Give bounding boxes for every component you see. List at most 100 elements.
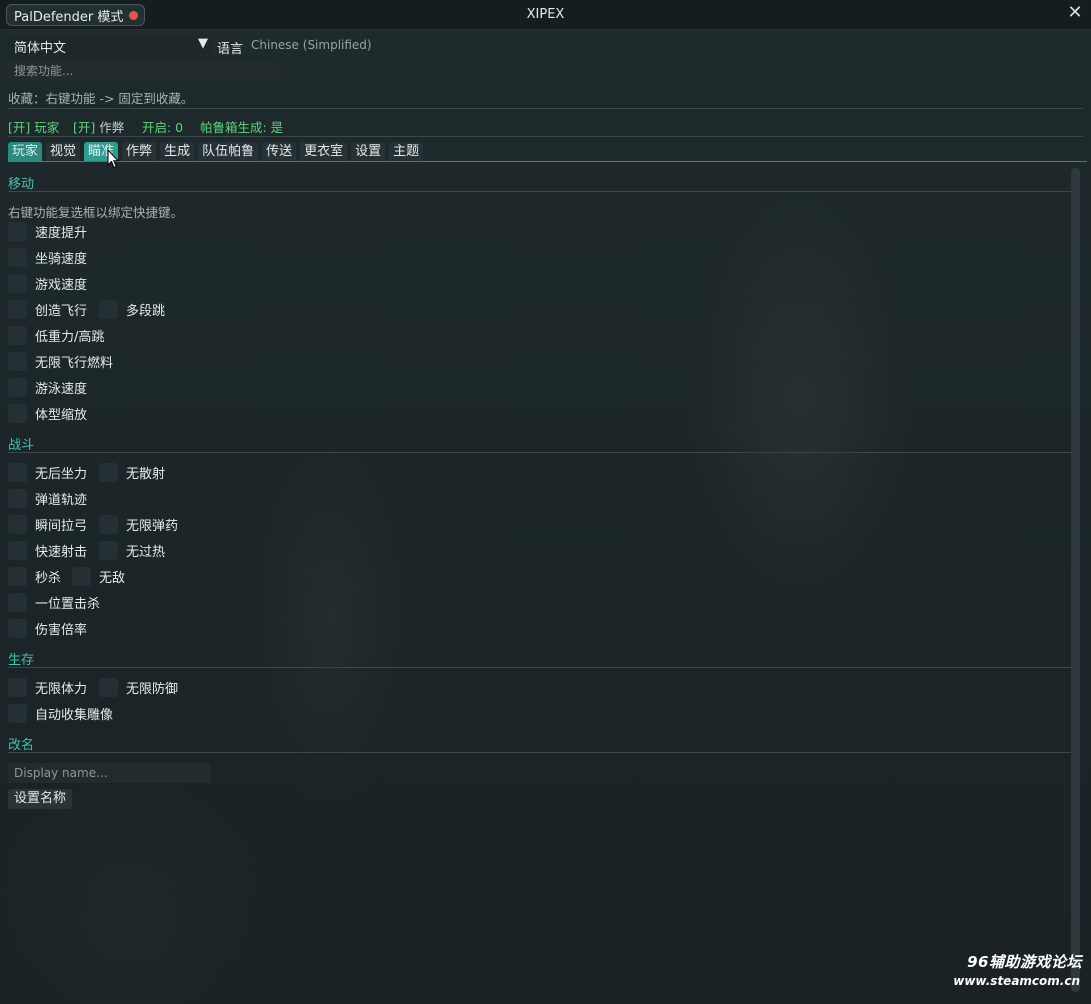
checkbox-label: 快速射击	[35, 544, 88, 560]
checkbox-label: 坐骑速度	[35, 251, 88, 267]
checkbox-god-mode[interactable]: 无敌	[72, 566, 125, 586]
favorites-hint: 收藏：右键功能 -> 固定到收藏。	[8, 91, 194, 106]
checkbox-box[interactable]	[8, 299, 27, 319]
language-select[interactable]: 简体中文 ▼	[8, 35, 212, 56]
display-name-input[interactable]	[8, 763, 211, 783]
checkbox-label: 无限飞行燃料	[35, 355, 114, 371]
section-title-combat: 战斗	[8, 438, 35, 453]
checkbox-box[interactable]	[8, 273, 27, 293]
checkbox-label: 无过热	[126, 544, 166, 560]
checkbox-label: 游戏速度	[35, 277, 88, 293]
status-player: [开] 玩家	[8, 117, 59, 136]
checkbox-one-hit-kill[interactable]: 秒杀	[8, 566, 61, 586]
checkbox-box[interactable]	[99, 540, 118, 560]
checkbox-game-speed[interactable]: 游戏速度	[8, 273, 87, 293]
checkbox-body-scale[interactable]: 体型缩放	[8, 403, 87, 423]
checkbox-box[interactable]	[8, 351, 27, 371]
checkbox-label: 游泳速度	[35, 381, 88, 397]
checkbox-box[interactable]	[8, 403, 27, 423]
status-palbox-spawn: 帕鲁箱生成: 是	[200, 117, 283, 136]
tab-visual[interactable]: 视觉	[46, 142, 81, 161]
divider	[8, 191, 1071, 192]
status-cheat-text: 作弊	[99, 120, 125, 135]
checkbox-infinite-stamina[interactable]: 无限体力	[8, 677, 87, 697]
checkbox-box[interactable]	[8, 540, 27, 560]
checkbox-auto-collect-statues[interactable]: 自动收集雕像	[8, 703, 113, 723]
checkbox-speed-boost[interactable]: 速度提升	[8, 221, 87, 241]
window-title: XIPEX	[526, 7, 565, 22]
tab-wardrobe[interactable]: 更衣室	[300, 142, 348, 161]
checkbox-label: 创造飞行	[35, 303, 88, 319]
checkbox-box[interactable]	[8, 592, 27, 612]
tab-cheat[interactable]: 作弊	[122, 142, 157, 161]
status-enabled-text: 开启: 0	[142, 120, 184, 135]
status-player-text: [开] 玩家	[8, 120, 60, 135]
checkbox-no-recoil[interactable]: 无后坐力	[8, 462, 87, 482]
checkbox-label: 弹道轨迹	[35, 492, 88, 508]
checkbox-box[interactable]	[8, 221, 27, 241]
checkbox-label: 无散射	[126, 466, 166, 482]
checkbox-damage-multiplier[interactable]: 伤害倍率	[8, 618, 87, 638]
checkbox-bullet-trajectory[interactable]: 弹道轨迹	[8, 488, 87, 508]
checkbox-box[interactable]	[8, 247, 27, 267]
language-label: 语言	[217, 42, 244, 57]
checkbox-no-overheat[interactable]: 无过热	[99, 540, 165, 560]
checkbox-infinite-ammo[interactable]: 无限弹药	[99, 514, 178, 534]
search-input[interactable]	[8, 61, 279, 81]
checkbox-swim-speed[interactable]: 游泳速度	[8, 377, 87, 397]
checkbox-box[interactable]	[99, 514, 118, 534]
scrollbar-thumb[interactable]	[1071, 168, 1080, 992]
checkbox-box[interactable]	[99, 677, 118, 697]
checkbox-mount-speed[interactable]: 坐骑速度	[8, 247, 87, 267]
section-title-rename: 改名	[8, 738, 35, 753]
close-icon[interactable]: ✕	[1065, 4, 1085, 24]
language-current-name: Chinese (Simplified)	[251, 38, 372, 52]
checkbox-label: 瞬间拉弓	[35, 518, 88, 534]
checkbox-box[interactable]	[8, 703, 27, 723]
checkbox-label: 自动收集雕像	[35, 707, 114, 723]
checkbox-box[interactable]	[8, 325, 27, 345]
checkbox-creative-fly[interactable]: 创造飞行	[8, 299, 87, 319]
tab-theme[interactable]: 主题	[389, 142, 424, 161]
divider	[8, 136, 1083, 137]
checkbox-label: 多段跳	[126, 303, 166, 319]
checkbox-position-kill[interactable]: 一位置击杀	[8, 592, 100, 612]
tab-teleport[interactable]: 传送	[262, 142, 297, 161]
checkbox-low-gravity[interactable]: 低重力/高跳	[8, 325, 104, 345]
mouse-pointer-icon	[107, 149, 119, 169]
checkbox-label: 无限弹药	[126, 518, 179, 534]
scrollbar[interactable]	[1071, 168, 1080, 992]
section-title-movement: 移动	[8, 177, 35, 192]
checkbox-instant-draw[interactable]: 瞬间拉弓	[8, 514, 87, 534]
checkbox-box[interactable]	[99, 299, 118, 319]
set-name-button[interactable]: 设置名称	[8, 789, 73, 809]
checkbox-box[interactable]	[8, 462, 27, 482]
language-selected-value: 简体中文	[14, 41, 67, 56]
checkbox-label: 无敌	[99, 570, 126, 586]
checkbox-no-spread[interactable]: 无散射	[99, 462, 165, 482]
tab-bar: 玩家 视觉 瞄准 作弊 生成 队伍帕鲁 传送 更衣室 设置 主题	[8, 142, 424, 161]
checkbox-infinite-fly-fuel[interactable]: 无限飞行燃料	[8, 351, 113, 371]
tab-settings[interactable]: 设置	[351, 142, 386, 161]
tab-party-pals[interactable]: 队伍帕鲁	[198, 142, 259, 161]
checkbox-box[interactable]	[8, 677, 27, 697]
checkbox-box[interactable]	[8, 514, 27, 534]
status-cheat-prefix: [开]	[73, 120, 96, 135]
checkbox-multi-jump[interactable]: 多段跳	[99, 299, 165, 319]
checkbox-label: 无后坐力	[35, 466, 88, 482]
checkbox-box[interactable]	[99, 462, 118, 482]
checkbox-label: 速度提升	[35, 225, 88, 241]
tab-spawn[interactable]: 生成	[160, 142, 195, 161]
divider	[8, 752, 1071, 753]
checkbox-box[interactable]	[8, 566, 27, 586]
checkbox-infinite-defense[interactable]: 无限防御	[99, 677, 178, 697]
tab-player[interactable]: 玩家	[8, 142, 43, 161]
checkbox-label: 低重力/高跳	[35, 329, 105, 345]
watermark-forum-name: 96辅助游戏论坛	[967, 953, 1082, 971]
checkbox-box[interactable]	[8, 618, 27, 638]
checkbox-box[interactable]	[8, 488, 27, 508]
checkbox-rapid-fire[interactable]: 快速射击	[8, 540, 87, 560]
cheat-menu-window: PalDefender 模式 XIPEX ✕ 简体中文 ▼ 语言 Chinese…	[0, 0, 1091, 1004]
checkbox-box[interactable]	[72, 566, 91, 586]
checkbox-box[interactable]	[8, 377, 27, 397]
